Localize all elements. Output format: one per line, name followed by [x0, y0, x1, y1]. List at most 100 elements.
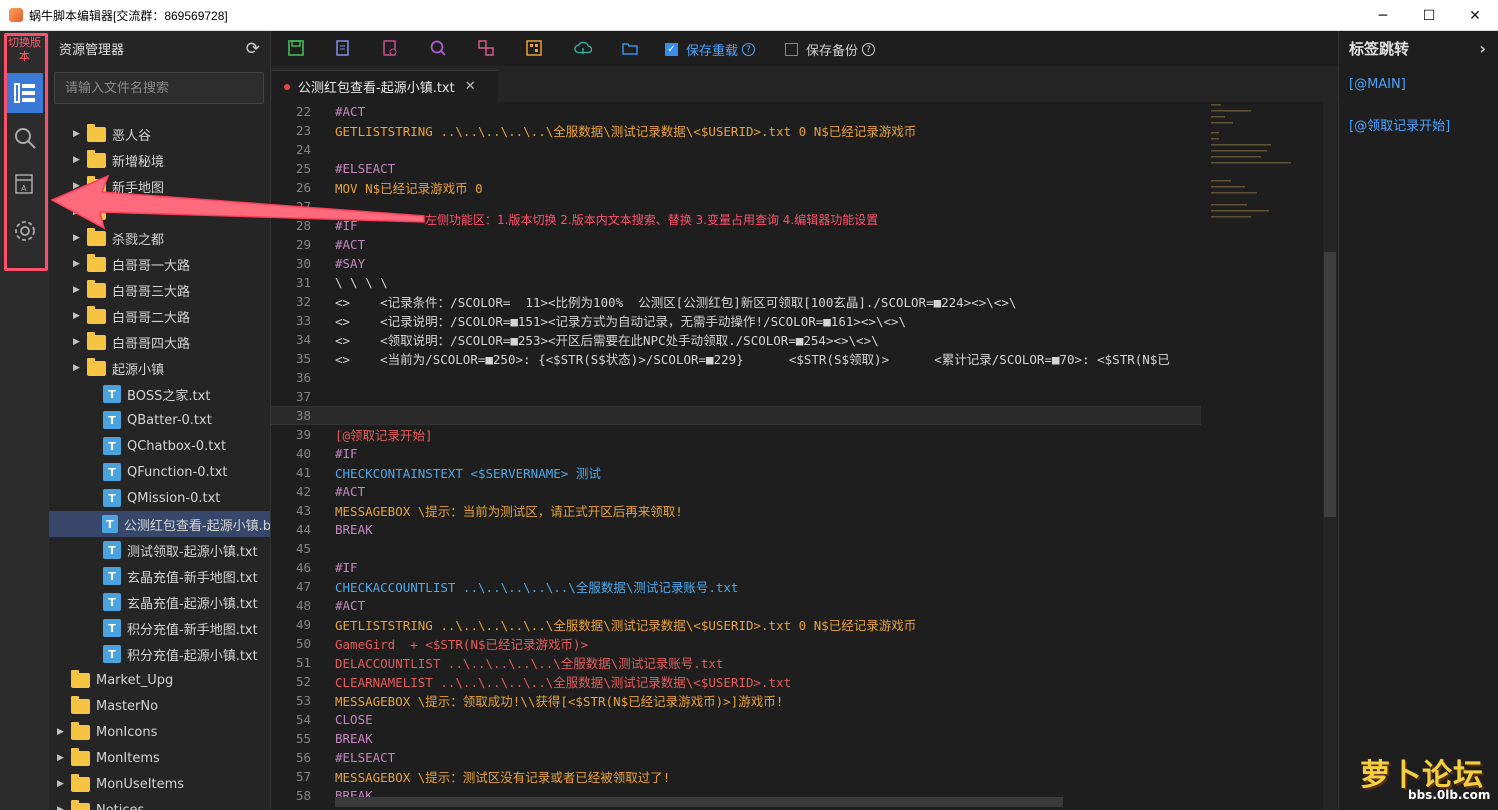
code-line[interactable]: 35 <> <当前为/SCOLOR=■250>: {<$STR(S$状态)>/SC… [271, 349, 1201, 368]
refresh-icon[interactable]: ⟳ [246, 39, 260, 59]
code-line[interactable]: 53 MESSAGEBOX \提示：领取成功!\\获得[<$STR(N$已经记录游… [271, 691, 1201, 710]
tree-folder[interactable]: ▶ 白哥哥四大路 [49, 329, 270, 355]
code-line[interactable]: 56 #ELSEACT [271, 748, 1201, 767]
chevron-right-icon[interactable]: ▶ [57, 753, 67, 763]
code-line[interactable]: 40 #IF [271, 444, 1201, 463]
tree-folder[interactable]: ▶ 新手地图 [49, 173, 270, 199]
tree-folder[interactable]: ▶ 恶人谷 [49, 121, 270, 147]
vertical-scroll-thumb[interactable] [1324, 252, 1336, 517]
code-line[interactable]: 31 \ \ \ \ [271, 273, 1201, 292]
search-icon[interactable] [6, 118, 43, 158]
minimize-button[interactable]: ─ [1360, 0, 1406, 31]
chevron-right-icon[interactable]: › [1479, 39, 1486, 58]
code-line[interactable]: 48 #ACT [271, 596, 1201, 615]
close-window-button[interactable]: ✕ [1452, 0, 1498, 31]
tree-folder[interactable]: ▶ 白哥哥一大路 [49, 251, 270, 277]
settings-icon[interactable] [6, 211, 43, 251]
tree-file[interactable]: T 积分充值-新手地图.txt [49, 615, 270, 641]
minimap[interactable] [1201, 102, 1323, 810]
tree-file[interactable]: T 积分充值-起源小镇.txt [49, 641, 270, 667]
help-icon[interactable]: ? [862, 43, 876, 56]
tree-file[interactable]: T QMission-0.txt [49, 485, 270, 511]
switch-version-button[interactable]: 切换版本 [8, 36, 41, 64]
code-line[interactable]: 44 BREAK [271, 520, 1201, 539]
code-line[interactable]: 36 [271, 368, 1201, 387]
code-editor[interactable]: 22 #ACT 23 GETLISTSTRING ..\..\..\..\..\全服数… [271, 102, 1201, 810]
code-line[interactable]: 45 [271, 539, 1201, 558]
tree-folder[interactable]: ▶ MonUseItems [49, 771, 270, 797]
replace-icon[interactable] [477, 39, 495, 57]
maximize-button[interactable]: ☐ [1406, 0, 1452, 31]
chevron-right-icon[interactable]: ▶ [73, 337, 83, 347]
find-icon[interactable] [429, 39, 447, 57]
chevron-right-icon[interactable]: ▶ [57, 805, 67, 810]
code-line[interactable]: 23 GETLISTSTRING ..\..\..\..\..\全服数据\测试记录… [271, 121, 1201, 140]
chevron-right-icon[interactable]: ▶ [73, 207, 83, 217]
tag-link-main[interactable]: [@MAIN] [1349, 77, 1406, 92]
code-line[interactable]: 25 #ELSEACT [271, 159, 1201, 178]
code-line[interactable]: 29 #ACT [271, 235, 1201, 254]
tree-file[interactable]: T QChatbox-0.txt [49, 433, 270, 459]
code-line[interactable]: 51 DELACCOUNTLIST ..\..\..\..\..\全服数据\测试记… [271, 653, 1201, 672]
chevron-right-icon[interactable]: ▶ [73, 259, 83, 269]
tree-folder[interactable]: MasterNo [49, 693, 270, 719]
save-reload-toggle[interactable]: ✓ 保存重载 ? [665, 40, 756, 59]
code-line[interactable]: 42 #ACT [271, 482, 1201, 501]
tag-link-claim-start[interactable]: [@领取记录开始] [1349, 115, 1450, 134]
tree-folder[interactable]: ▶ MonIcons [49, 719, 270, 745]
tree-folder[interactable]: ▶ 白哥哥二大路 [49, 303, 270, 329]
code-line[interactable]: 47 CHECKACCOUNTLIST ..\..\..\..\..\全服数据\测… [271, 577, 1201, 596]
tree-folder[interactable]: Market_Upg [49, 667, 270, 693]
code-line[interactable]: 32 <> <记录条件：/SCOLOR= 11><比例为100% 公测区[公测红包… [271, 292, 1201, 311]
chevron-right-icon[interactable]: ▶ [73, 129, 83, 139]
editor-tab[interactable]: 公测红包查看-起源小镇.txt ✕ [272, 70, 498, 102]
code-line[interactable]: 30 #SAY [271, 254, 1201, 273]
chevron-right-icon[interactable]: ▶ [57, 727, 67, 737]
tree-file[interactable]: T QBatter-0.txt [49, 407, 270, 433]
variable-icon[interactable]: A [6, 164, 43, 204]
code-line[interactable]: 46 #IF [271, 558, 1201, 577]
chevron-right-icon[interactable]: ▶ [73, 233, 83, 243]
chevron-right-icon[interactable]: ▶ [73, 363, 83, 373]
explorer-icon[interactable] [6, 73, 43, 113]
code-line[interactable]: 43 MESSAGEBOX \提示：当前为测试区，请正式开区后再来领取! [271, 501, 1201, 520]
tree-file[interactable]: T 测试领取-起源小镇.txt [49, 537, 270, 563]
chevron-right-icon[interactable]: ▶ [73, 155, 83, 165]
code-line[interactable]: 50 GameGird + <$STR(N$已经记录游戏币)> [271, 634, 1201, 653]
code-line[interactable]: 41 CHECKCONTAINSTEXT <$SERVERNAME> 测试 [271, 463, 1201, 482]
tree-file[interactable]: T BOSS之家.txt [49, 381, 270, 407]
tree-folder[interactable]: ▶ 起源小镇 [49, 355, 270, 381]
code-line[interactable]: 54 CLOSE [271, 710, 1201, 729]
open-folder-icon[interactable] [621, 39, 639, 57]
tree-folder[interactable]: ▶ 新增秘境 [49, 147, 270, 173]
chevron-right-icon[interactable]: ▶ [73, 181, 83, 191]
code-line[interactable]: 52 CLEARNAMELIST ..\..\..\..\..\全服数据\测试记录… [271, 672, 1201, 691]
tree-folder[interactable]: ▶ MonItems [49, 745, 270, 771]
vertical-scrollbar[interactable] [1323, 102, 1337, 810]
save-icon[interactable] [287, 39, 305, 57]
code-line[interactable]: 55 BREAK [271, 729, 1201, 748]
code-line[interactable]: 24 [271, 140, 1201, 159]
help-icon[interactable]: ? [742, 43, 756, 56]
code-line[interactable]: 34 <> <领取说明：/SCOLOR=■253><开区后需要在此NPC处手动领取… [271, 330, 1201, 349]
edit-file-icon[interactable] [334, 39, 352, 57]
file-search-input[interactable] [65, 80, 245, 96]
tree-file[interactable]: T QFunction-0.txt [49, 459, 270, 485]
code-line[interactable]: 39 [@领取记录开始] [271, 425, 1201, 444]
tree-folder[interactable]: ▶ [49, 199, 270, 225]
code-line[interactable]: 57 MESSAGEBOX \提示：测试区没有记录或者已经被领取过了! [271, 767, 1201, 786]
chevron-right-icon[interactable]: ▶ [73, 285, 83, 295]
code-line[interactable]: 26 MOV N$已经记录游戏币 0 [271, 178, 1201, 197]
code-line[interactable]: 37 [271, 387, 1201, 406]
save-backup-toggle[interactable]: 保存备份 ? [785, 40, 876, 59]
code-line[interactable]: 22 #ACT [271, 102, 1201, 121]
save-backup-checkbox[interactable] [785, 43, 798, 56]
horizontal-scroll-thumb[interactable] [335, 797, 1063, 807]
save-reload-checkbox[interactable]: ✓ [665, 43, 678, 56]
tree-folder[interactable]: ▶ Notices [49, 797, 270, 810]
tree-folder[interactable]: ▶ 杀戮之都 [49, 225, 270, 251]
tree-file[interactable]: T 玄晶充值-起源小镇.txt [49, 589, 270, 615]
tab-close-icon[interactable]: ✕ [465, 79, 476, 94]
tree-folder[interactable]: ▶ 白哥哥三大路 [49, 277, 270, 303]
code-line[interactable]: 33 <> <记录说明：/SCOLOR=■151><记录方式为自动记录，无需手动操… [271, 311, 1201, 330]
